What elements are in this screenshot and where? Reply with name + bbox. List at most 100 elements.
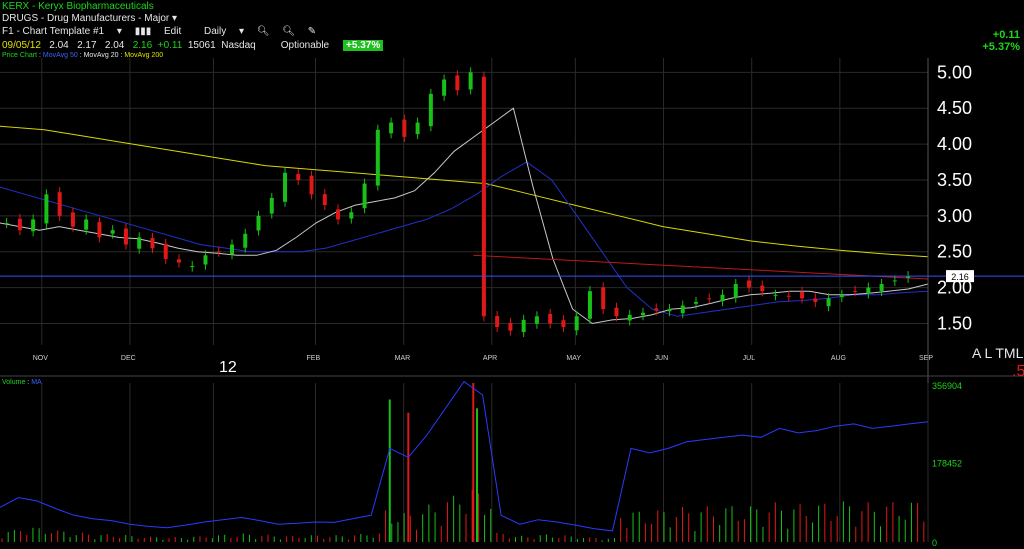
candle-body [57,192,62,216]
candle-body [667,309,672,312]
x-tick-label: SEP [919,355,933,362]
candle-body [269,197,274,214]
candle-body [481,76,486,317]
candle-body [601,287,606,310]
candle-body [97,222,102,238]
x-tick-label: MAR [395,355,411,362]
y-tick-label: 3.00 [937,206,972,226]
volume-avg-path [0,380,929,532]
candle-body [800,291,805,299]
candle-body [548,313,553,324]
candle-body [243,233,248,248]
y-tick-label: 5.00 [937,62,972,82]
price-chart[interactable]: 1.502.002.503.003.504.004.505.002.16 NOV… [0,0,1024,549]
volume-tick-label: 356904 [932,381,962,391]
candle-body [110,230,115,234]
candle-body [4,223,9,225]
volume-tick-label: 178452 [932,459,962,469]
candle-body [256,215,261,231]
y-tick-label: 4.50 [937,98,972,118]
candle-body [150,238,155,249]
candle-body [216,251,221,253]
volume-tick-label: 0 [932,538,937,548]
candle-body [839,294,844,298]
candle-body [561,320,566,328]
candle-body [747,280,752,288]
candle-body [654,308,659,311]
year-marker: 12 [219,359,237,376]
x-tick-label: NOV [33,355,49,362]
candle-body [587,291,592,319]
candle-body [574,316,579,331]
x-tick-label: APR [483,355,497,362]
y-tick-label: 2.50 [937,242,972,262]
candle-body [17,218,22,231]
axis-extra-label: A L TML [972,345,1024,361]
candle-body [468,72,473,90]
candle-body [442,79,447,96]
candle-body [773,294,778,296]
candle-body [70,212,75,227]
candle-body [322,194,327,206]
y-tick-label: 1.50 [937,313,972,333]
candle-body [283,172,288,202]
x-tick-label: DEC [121,355,136,362]
corner-label: .5 [1012,363,1024,380]
candle-body [203,255,208,265]
candle-body [879,284,884,291]
candle-body [455,75,460,91]
candle-body [349,212,354,219]
volume-axis: 356904 178452 0 [932,381,962,548]
candle-body [892,280,897,282]
candle-body [866,287,871,294]
time-axis: NOV DEC FEB MAR APR MAY JUN JUL AUG SEP [33,355,934,362]
last-price-label: 2.16 [951,272,969,282]
x-tick-label: MAY [566,355,581,362]
candle-body [508,322,513,331]
candle-body [786,295,791,297]
x-tick-label: JUN [655,355,669,362]
candle-body [362,183,367,209]
candle-body [230,244,234,255]
candle-body [402,119,407,137]
candle-body [733,284,738,298]
candle-body [760,285,765,292]
candle-body [495,316,500,328]
trendline-path [473,254,929,280]
volume-bars [1,383,925,542]
candle-body [534,316,539,324]
candle-body [428,93,433,127]
candle-body [826,298,831,307]
candle-body [627,314,632,321]
y-tick-label: 4.00 [937,134,972,154]
candle-body [137,237,142,249]
candle-body [415,122,420,135]
volume-avg-line [0,380,929,532]
trendline [473,254,929,280]
candle-body [694,301,698,304]
candle-body [813,298,818,302]
candle-body [123,228,128,245]
candle-body [190,266,195,268]
candle-body [84,219,89,230]
candle-body [336,209,341,220]
candle-body [296,174,301,180]
candle-body [614,307,619,317]
candle-body [176,259,181,263]
candle-body [31,219,36,232]
x-tick-label: JUL [743,355,756,362]
price-axis: 1.502.002.503.003.504.004.505.002.16 [0,58,1024,542]
candle-body [680,305,685,314]
candle-body [720,294,725,302]
x-tick-label: FEB [307,355,321,362]
candle-body [375,129,380,186]
candle-body [640,312,645,316]
candle-body [707,298,712,300]
candle-body [389,122,394,134]
candle-body [521,319,526,333]
candle-body [44,194,49,224]
candle-body [309,175,314,195]
candle-body [853,290,858,292]
x-tick-label: AUG [831,355,846,362]
candle-body [163,243,168,259]
